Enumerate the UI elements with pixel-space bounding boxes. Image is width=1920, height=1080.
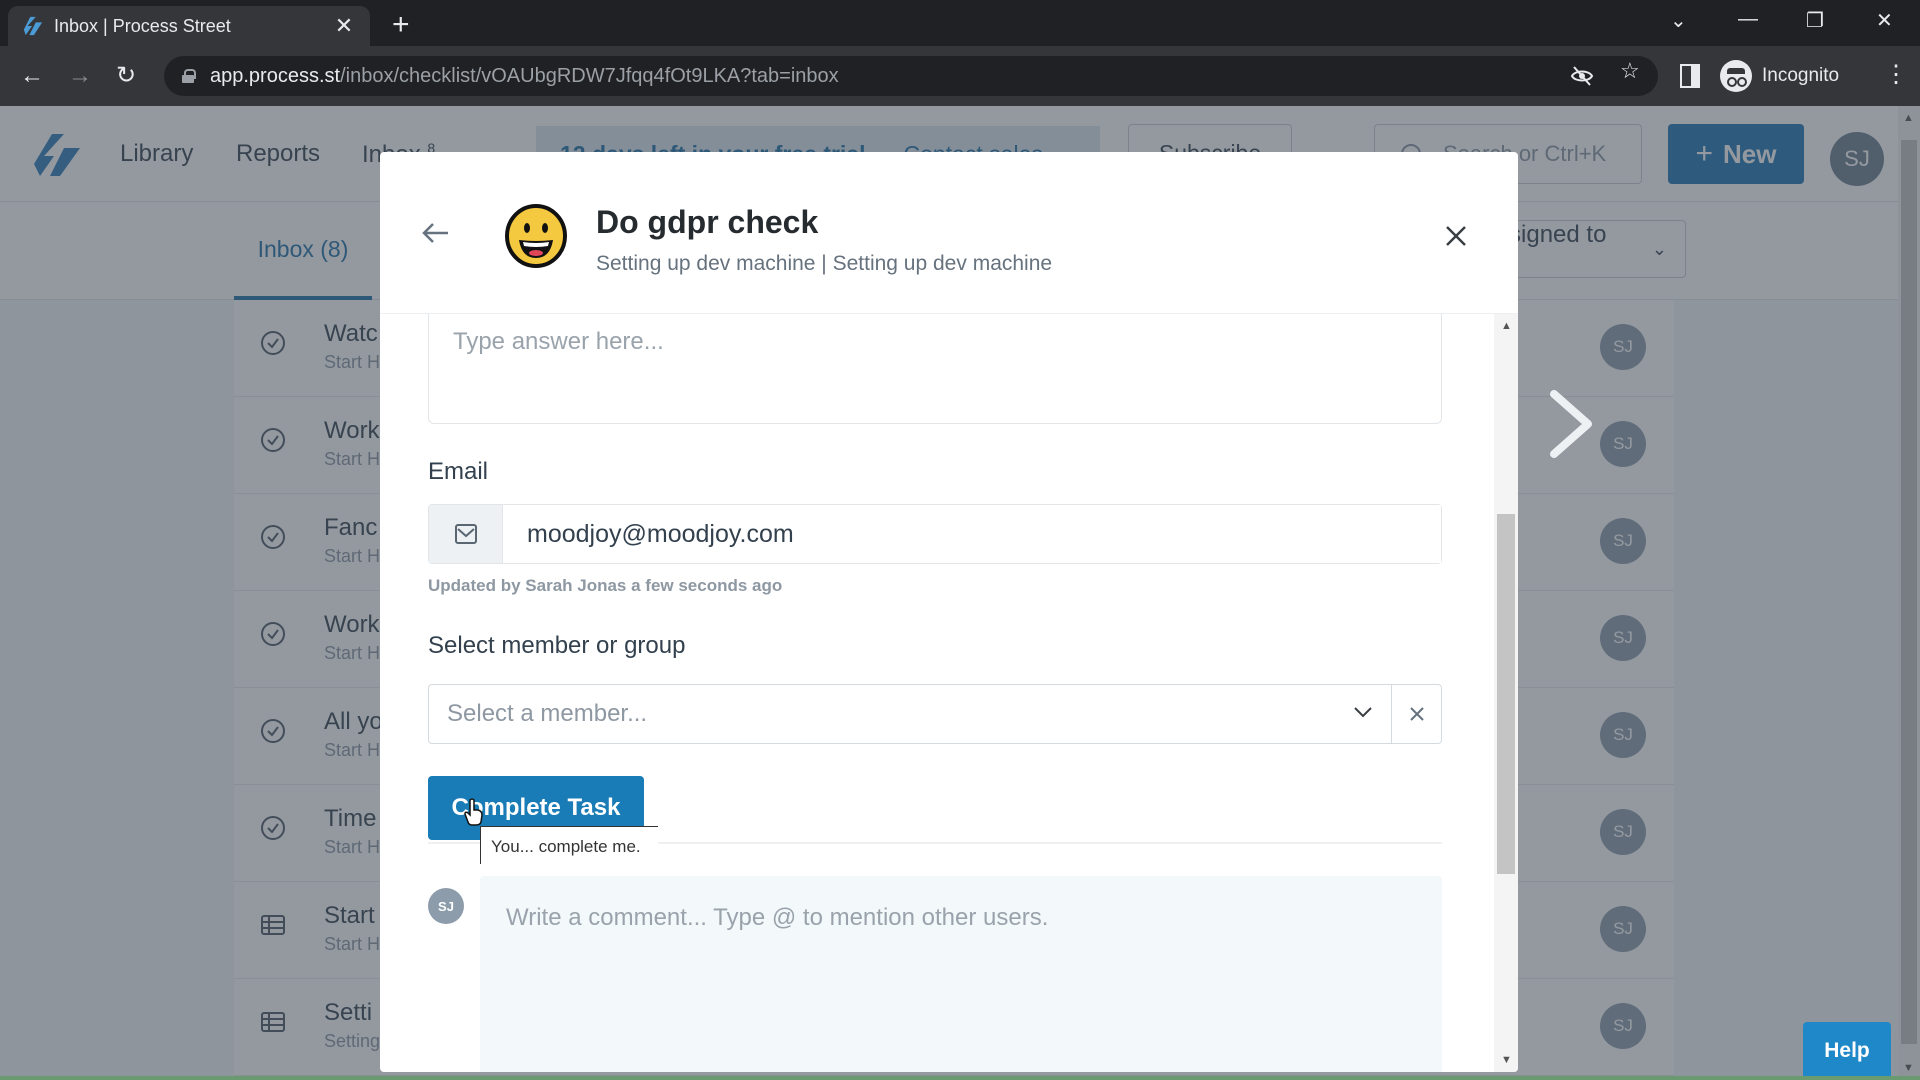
member-label: Select member or group <box>428 632 686 659</box>
reload-icon[interactable]: ↻ <box>116 62 136 90</box>
browser-tab[interactable]: Inbox | Process Street ✕ <box>8 6 370 46</box>
envelope-icon <box>454 524 477 544</box>
minimize-icon[interactable]: — <box>1738 8 1758 31</box>
comment-input[interactable]: Write a comment... Type @ to mention oth… <box>480 876 1442 1072</box>
modal-body: Type answer here... Email Updated by Sar… <box>380 314 1494 1072</box>
side-panel-icon[interactable] <box>1680 64 1700 88</box>
incognito-label: Incognito <box>1762 65 1840 86</box>
next-task-chevron-icon[interactable] <box>1546 388 1596 460</box>
browser-menu-icon[interactable]: ⋮ <box>1884 60 1908 89</box>
task-subtitle: Setting up dev machine | Setting up dev … <box>596 252 1053 275</box>
restore-icon[interactable]: ❐ <box>1806 8 1824 33</box>
grinning-face-emoji-icon <box>505 204 567 268</box>
updated-note: Updated by Sarah Jonas a few seconds ago <box>428 576 783 595</box>
email-addon <box>429 505 503 563</box>
bottom-edge <box>0 1076 1920 1080</box>
window-close-icon[interactable]: ✕ <box>1876 8 1893 33</box>
forward-icon[interactable]: → <box>68 62 92 90</box>
modal-header: Do gdpr check Setting up dev machine | S… <box>380 152 1518 314</box>
incognito-profile-button[interactable]: Incognito <box>1720 56 1839 96</box>
answer-textarea[interactable]: Type answer here... <box>428 314 1442 424</box>
back-icon[interactable]: ← <box>20 62 44 90</box>
help-button[interactable]: Help <box>1803 1022 1891 1080</box>
incognito-icon <box>1720 60 1752 92</box>
browser-toolbar: ← → ↻ app.process.st/inbox/checklist/vOA… <box>0 46 1920 106</box>
task-modal: Do gdpr check Setting up dev machine | S… <box>380 152 1518 1072</box>
commenter-avatar: SJ <box>428 888 464 924</box>
scroll-down-icon[interactable]: ▼ <box>1501 1054 1512 1066</box>
close-tab-icon[interactable]: ✕ <box>332 13 356 39</box>
answer-placeholder: Type answer here... <box>453 328 664 355</box>
chevron-down-icon <box>1354 707 1372 718</box>
email-field <box>428 504 1442 564</box>
scroll-up-icon[interactable]: ▲ <box>1501 320 1512 332</box>
email-label: Email <box>428 458 489 485</box>
hand-cursor-icon <box>464 798 483 826</box>
tab-search-chevron-icon[interactable]: ⌄ <box>1670 8 1687 33</box>
email-input[interactable] <box>503 505 1441 563</box>
complete-task-tooltip: You... complete me. <box>480 826 658 864</box>
close-icon[interactable] <box>1444 224 1468 248</box>
task-title: Do gdpr check <box>596 204 819 240</box>
new-tab-icon[interactable]: + <box>392 10 410 40</box>
url-host: app.process.st <box>210 64 341 87</box>
lock-icon <box>182 69 196 83</box>
address-bar[interactable]: app.process.st/inbox/checklist/vOAUbgRDW… <box>164 56 1658 96</box>
comment-placeholder: Write a comment... Type @ to mention oth… <box>506 904 1049 931</box>
modal-scrollbar[interactable]: ▲ ▼ <box>1494 314 1518 1072</box>
browser-tab-bar: Inbox | Process Street ✕ + ⌄ — ❐ ✕ <box>0 0 1920 46</box>
bookmark-star-icon[interactable]: ☆ <box>1620 58 1640 84</box>
modal-scrollbar-thumb[interactable] <box>1497 514 1515 874</box>
arrow-left-icon[interactable] <box>422 222 450 244</box>
clear-member-button[interactable] <box>1392 684 1442 744</box>
member-placeholder: Select a member... <box>447 700 648 727</box>
url-path: /inbox/checklist/vOAUbgRDW7Jfqq4fOt9LKA?… <box>340 64 839 87</box>
member-select[interactable]: Select a member... <box>428 684 1392 744</box>
eye-off-icon[interactable] <box>1570 64 1594 88</box>
clear-icon <box>1409 707 1424 721</box>
process-street-logo-icon <box>23 16 43 36</box>
tab-title: Inbox | Process Street <box>54 15 231 36</box>
